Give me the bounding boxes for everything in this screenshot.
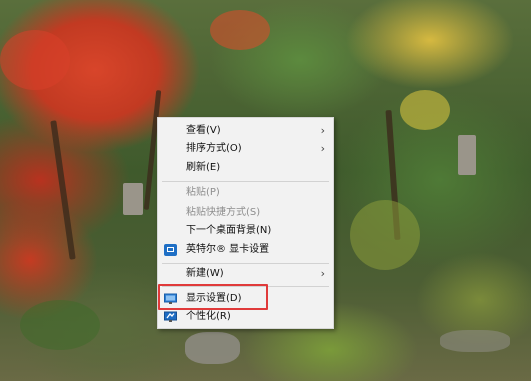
menu-item-label: 个性化(R) [186,311,231,322]
menu-item-label: 粘贴(P) [186,187,220,198]
menu-item-label: 排序方式(O) [186,143,242,154]
tree-trunk [50,120,76,260]
menu-item-new[interactable]: 新建(W) › [158,265,333,283]
stone-lantern [123,183,143,215]
foliage [0,30,70,90]
stone-lantern [458,135,476,175]
garden-rock [185,332,240,364]
menu-item-label: 查看(V) [186,125,221,136]
menu-item-intel-graphics-settings[interactable]: 英特尔® 显卡设置 [158,241,333,259]
foliage [400,90,450,130]
display-settings-highlight [158,284,268,310]
personalize-icon [164,311,177,323]
menu-item-label: 刷新(E) [186,162,221,173]
chevron-right-icon: › [320,124,325,137]
menu-item-paste: 粘贴(P) [158,184,333,202]
menu-separator [162,263,329,264]
foliage [350,200,420,270]
menu-item-paste-shortcut: 粘贴快捷方式(S) [158,204,333,222]
menu-item-refresh[interactable]: 刷新(E) [158,159,333,177]
menu-item-label: 下一个桌面背景(N) [186,225,272,236]
garden-rock [440,330,510,352]
menu-item-sort-by[interactable]: 排序方式(O) › [158,140,333,158]
menu-separator [162,181,329,182]
menu-item-label: 英特尔® 显卡设置 [186,244,270,255]
foliage [20,300,100,350]
menu-item-view[interactable]: 查看(V) › [158,122,333,140]
chevron-right-icon: › [320,142,325,155]
menu-item-personalize[interactable]: 个性化(R) [158,308,333,326]
intel-graphics-icon [164,244,177,256]
chevron-right-icon: › [320,267,325,280]
foliage [210,10,270,50]
menu-item-label: 粘贴快捷方式(S) [186,207,261,218]
menu-item-label: 新建(W) [186,268,224,279]
menu-item-next-desktop-background[interactable]: 下一个桌面背景(N) [158,222,333,240]
